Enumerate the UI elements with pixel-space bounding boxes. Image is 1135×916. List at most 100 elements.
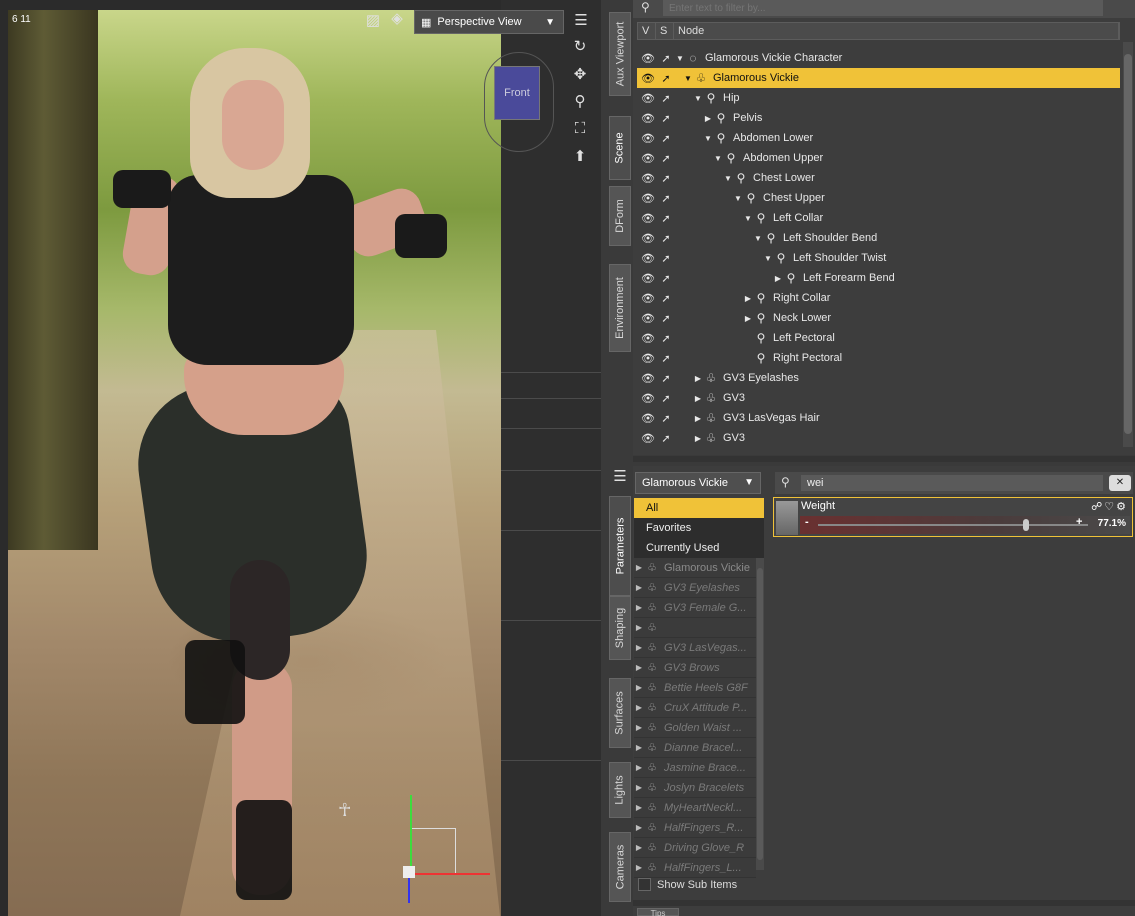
orbit-icon[interactable]: ↻ [571,38,589,56]
pointer-icon[interactable]: ➚ [657,392,675,405]
pointer-icon[interactable]: ➚ [657,52,675,65]
decrement-icon[interactable]: - [805,516,809,528]
eye-icon[interactable]: 👁 [639,92,657,105]
gizmo-handle[interactable] [403,866,415,878]
pointer-icon[interactable]: ➚ [657,412,675,425]
scene-row[interactable]: 👁 ➚ ▶ ⚲ Pelvis [637,108,1120,128]
column-visible[interactable]: V [638,23,656,39]
clear-search-button[interactable]: ✕ [1109,475,1131,491]
view-select[interactable]: ▦ Perspective View ▼ [414,10,564,34]
weight-slider-knob[interactable] [1023,519,1030,531]
pointer-icon[interactable]: ➚ [657,252,675,265]
tab-dform[interactable]: DForm [609,186,631,246]
scene-row[interactable]: 👁 ➚ ▶ ♧ GV3 LasVegas Hair [637,408,1120,428]
pointer-icon[interactable]: ➚ [657,192,675,205]
frame-icon[interactable]: ⛶ [571,120,589,138]
object-list-item[interactable]: ▶ ♧ GV3 Eyelashes [634,578,756,598]
pointer-icon[interactable]: ➚ [657,212,675,225]
eye-icon[interactable]: 👁 [639,392,657,405]
collapse-icon[interactable]: ▼ [693,94,703,103]
expand-icon[interactable]: ▶ [634,563,644,572]
scene-row[interactable]: 👁 ➚ ▶ ♧ GV3 [637,388,1120,408]
expand-icon[interactable]: ▶ [634,863,644,872]
object-list-item[interactable]: ▶ ♧ Dianne Bracel... [634,738,756,758]
scene-row[interactable]: 👁 ➚ ▼ ⚲ Hip [637,88,1120,108]
expand-icon[interactable]: ▶ [634,683,644,692]
object-list-item[interactable]: ▶ ♧ Jasmine Brace... [634,758,756,778]
scene-row[interactable]: 👁 ➚ ▶ ♧ GV3 [637,428,1120,448]
panel-splitter[interactable] [633,456,1135,462]
scene-row[interactable]: 👁 ➚ ▶ ⚲ Left Forearm Bend [637,268,1120,288]
expand-icon[interactable]: ▶ [634,843,644,852]
tab-shaping[interactable]: Shaping [609,596,631,660]
collapse-icon[interactable]: ▼ [683,74,693,83]
pointer-icon[interactable]: ➚ [657,372,675,385]
object-list-item[interactable]: ▶ ♧ Glamorous Vickie [634,558,756,578]
viewport-3d[interactable]: 6 11 ▨ ◈ ▦ Perspective View ▼ ☰ Front ↻ … [0,0,601,916]
expand-icon[interactable]: ▶ [634,583,644,592]
eye-icon[interactable]: 👁 [639,152,657,165]
scene-scroll-thumb[interactable] [1124,54,1132,434]
expand-icon[interactable]: ▶ [743,294,753,303]
scene-row[interactable]: 👁 ➚ ▼ ⚲ Left Shoulder Twist [637,248,1120,268]
column-selectable[interactable]: S [656,23,674,39]
collapse-icon[interactable]: ▼ [733,194,743,203]
scene-row[interactable]: 👁 ➚ ▶ ⚲ Right Collar [637,288,1120,308]
tab-aux-viewport[interactable]: Aux Viewport [609,12,631,96]
expand-icon[interactable]: ▶ [634,783,644,792]
scene-row[interactable]: 👁 ➚ ▶ ♧ GV3 Eyelashes [637,368,1120,388]
expand-icon[interactable]: ▶ [634,623,644,632]
expand-icon[interactable]: ▶ [693,434,703,443]
object-list-item[interactable]: ▶ ♧ Bettie Heels G8F [634,678,756,698]
expand-icon[interactable]: ▶ [634,823,644,832]
pan-icon[interactable]: ✥ [571,66,589,84]
expand-icon[interactable]: ▶ [634,803,644,812]
object-list-item[interactable]: ▶ ♧ GV3 Brows [634,658,756,678]
pointer-icon[interactable]: ➚ [657,92,675,105]
pointer-icon[interactable]: ➚ [657,432,675,445]
eye-icon[interactable]: 👁 [639,132,657,145]
panel-menu-icon[interactable]: ☰ [611,468,629,486]
collapse-icon[interactable]: ▼ [753,234,763,243]
scene-row[interactable]: 👁 ➚ ▼ ⚲ Abdomen Lower [637,128,1120,148]
scene-row[interactable]: 👁 ➚ ⚲ Left Pectoral [637,328,1120,348]
eye-icon[interactable]: 👁 [639,192,657,205]
param-search-input[interactable] [801,475,1103,491]
pointer-icon[interactable]: ➚ [657,172,675,185]
expand-icon[interactable]: ▶ [634,763,644,772]
view-cube[interactable]: Front [494,66,540,120]
eye-icon[interactable]: 👁 [639,272,657,285]
tab-tips[interactable]: Tips [637,908,679,916]
category-favorites[interactable]: Favorites [634,518,764,538]
eye-icon[interactable]: 👁 [639,432,657,445]
pointer-icon[interactable]: ➚ [657,112,675,125]
pointer-icon[interactable]: ➚ [657,72,675,85]
object-list-item[interactable]: ▶ ♧ Golden Waist ... [634,718,756,738]
eye-icon[interactable]: 👁 [639,412,657,425]
reset-view-icon[interactable]: ⬆ [571,148,589,166]
scene-row[interactable]: 👁 ➚ ▼ ⚲ Left Shoulder Bend [637,228,1120,248]
object-list-item[interactable]: ▶ ♧ [634,618,756,638]
expand-icon[interactable]: ▶ [634,703,644,712]
scene-filter-input[interactable] [663,0,1103,16]
scene-row[interactable]: 👁 ➚ ▼ ⚲ Chest Upper [637,188,1120,208]
pointer-icon[interactable]: ➚ [657,152,675,165]
eye-icon[interactable]: 👁 [639,332,657,345]
expand-icon[interactable]: ▶ [693,394,703,403]
eye-icon[interactable]: 👁 [639,72,657,85]
object-list-item[interactable]: ▶ ♧ GV3 Female G... [634,598,756,618]
collapse-icon[interactable]: ▼ [723,174,733,183]
weight-option-icons[interactable]: ☍♡⚙ [1091,500,1128,513]
tab-lights[interactable]: Lights [609,762,631,818]
expand-icon[interactable]: ▶ [693,414,703,423]
scene-row[interactable]: 👁 ➚ ▼ ⚲ Left Collar [637,208,1120,228]
expand-icon[interactable]: ▶ [634,603,644,612]
eye-icon[interactable]: 👁 [639,372,657,385]
pointer-icon[interactable]: ➚ [657,132,675,145]
category-all[interactable]: All [634,498,764,518]
scene-row[interactable]: 👁 ➚ ⚲ Right Pectoral [637,348,1120,368]
expand-icon[interactable]: ▶ [634,743,644,752]
weight-slider[interactable]: - + 77.1% [800,516,1130,534]
pointer-icon[interactable]: ➚ [657,332,675,345]
tab-cameras[interactable]: Cameras [609,832,631,902]
